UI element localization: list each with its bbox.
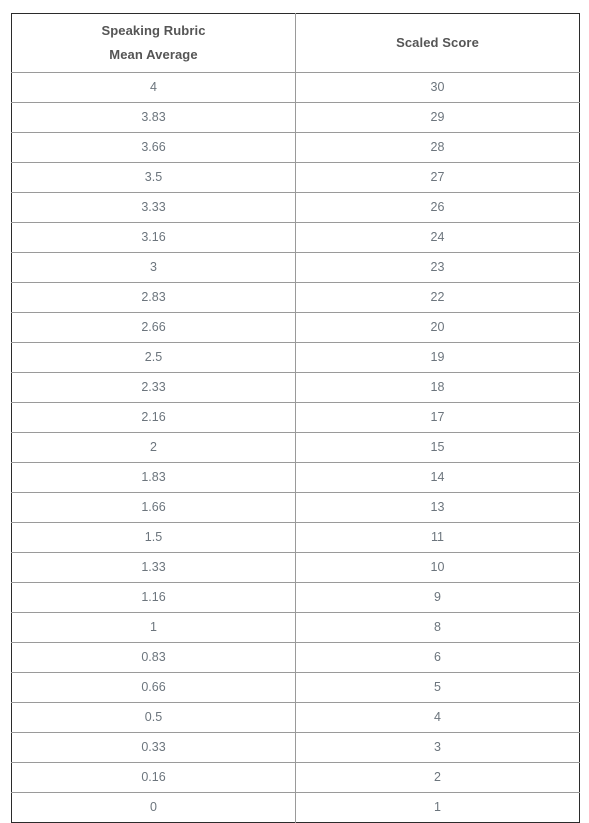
cell-scaled-score: 27 <box>295 162 580 193</box>
cell-mean-average: 3.5 <box>11 162 296 193</box>
cell-scaled-score: 8 <box>295 612 580 643</box>
table-row: 2.33 18 <box>11 372 580 403</box>
cell-scaled-score: 20 <box>295 312 580 343</box>
table-row: 2.66 20 <box>11 312 580 343</box>
table-row: 0.66 5 <box>11 672 580 703</box>
table-row: 2 15 <box>11 432 580 463</box>
table-row: 2.16 17 <box>11 402 580 433</box>
cell-mean-average: 0.66 <box>11 672 296 703</box>
cell-scaled-score: 24 <box>295 222 580 253</box>
table-row: 2.5 19 <box>11 342 580 373</box>
cell-scaled-score: 1 <box>434 800 441 814</box>
cell-scaled-score: 6 <box>295 642 580 673</box>
cell-mean-average: 2.33 <box>11 372 296 403</box>
cell-mean-average: 1.33 <box>11 552 296 583</box>
table-body: 4 30 3.83 29 3.66 28 3.5 27 3.33 26 3.16 24 3 23 2.83 2… <box>11 72 580 823</box>
cell-scaled-score: 19 <box>295 342 580 373</box>
cell-scaled-score: 15 <box>295 432 580 463</box>
table-row: 3.5 27 <box>11 162 580 193</box>
table-row: 0.16 2 <box>11 762 580 793</box>
table-header: Speaking Rubric Mean Average Scaled Scor… <box>11 13 580 73</box>
column-header-line-1: Speaking Rubric <box>101 23 206 38</box>
cell-scaled-score: 23 <box>295 252 580 283</box>
cell-scaled-score: 14 <box>295 462 580 493</box>
table-row: 2.83 22 <box>11 282 580 313</box>
table-row: 0.83 6 <box>11 642 580 673</box>
table-row: 0.5 4 <box>11 702 580 733</box>
cell-mean-average: 0.83 <box>11 642 296 673</box>
table-row: 1.16 9 <box>11 582 580 613</box>
table-row: 3 23 <box>11 252 580 283</box>
cell-mean-average: 2.66 <box>11 312 296 343</box>
cell-scaled-score: 29 <box>295 102 580 133</box>
cell-mean-average: 0 <box>11 792 296 823</box>
table-row: 3.66 28 <box>11 132 580 163</box>
cell-scaled-score: 22 <box>295 282 580 313</box>
table-row: 1.5 11 <box>11 522 580 553</box>
table-row: 4 30 <box>11 72 580 103</box>
table-row: 0.33 3 <box>11 732 580 763</box>
cell-mean-average: 3 <box>11 252 296 283</box>
cell-scaled-score: 5 <box>295 672 580 703</box>
table-row: 1.83 14 <box>11 462 580 493</box>
cell-scaled-score: 2 <box>295 762 580 793</box>
cell-scaled-score: 9 <box>295 582 580 613</box>
table-row: 3.83 29 <box>11 102 580 133</box>
cell-mean-average: 1 <box>11 612 296 643</box>
cell-scaled-score: 13 <box>295 492 580 523</box>
table-row: 1.66 13 <box>11 492 580 523</box>
cell-mean-average: 3.66 <box>11 132 296 163</box>
table-header-row: Speaking Rubric Mean Average Scaled Scor… <box>11 13 580 73</box>
cell-mean-average: 3.83 <box>11 102 296 133</box>
cell-scaled-score: 4 <box>295 702 580 733</box>
cell-mean-average: 3.33 <box>11 192 296 223</box>
cell-mean-average: 0.16 <box>11 762 296 793</box>
column-header-speaking-rubric-mean-average: Speaking Rubric Mean Average <box>11 13 296 73</box>
cell-mean-average: 1.5 <box>11 522 296 553</box>
table-row: 3.33 26 <box>11 192 580 223</box>
cell-mean-average: 1.83 <box>11 462 296 493</box>
cell-mean-average: 0.5 <box>11 702 296 733</box>
table-row: 3.16 24 <box>11 222 580 253</box>
cell-mean-average: 2.16 <box>11 402 296 433</box>
cell-scaled-score: 10 <box>295 552 580 583</box>
table-row: 18 <box>11 612 580 643</box>
cell-scaled-score: 3 <box>295 732 580 763</box>
cell-mean-average: 3.16 <box>11 222 296 253</box>
table-row: 1.33 10 <box>11 552 580 583</box>
cell-mean-average: 2.83 <box>11 282 296 313</box>
score-conversion-table: Speaking Rubric Mean Average Scaled Scor… <box>11 13 580 823</box>
cell-scaled-score: 17 <box>295 402 580 433</box>
cell-scaled-score: 30 <box>295 72 580 103</box>
column-header-line-1: Scaled Score <box>396 35 479 50</box>
cell-mean-average: 4 <box>11 72 296 103</box>
cell-scaled-score: 18 <box>295 372 580 403</box>
cell-scaled-score: 26 <box>295 192 580 223</box>
column-header-scaled-score: Scaled Score <box>295 13 580 73</box>
table-row: 01 <box>11 792 580 823</box>
column-header-line-2: Mean Average <box>109 47 198 62</box>
cell-scaled-score: 11 <box>295 522 580 553</box>
cell-scaled-score: 28 <box>295 132 580 163</box>
score-conversion-table-container: Speaking Rubric Mean Average Scaled Scor… <box>11 13 580 823</box>
cell-mean-average: 1.16 <box>11 582 296 613</box>
cell-mean-average: 2.5 <box>11 342 296 373</box>
cell-mean-average: 1.66 <box>11 492 296 523</box>
page-root: Speaking Rubric Mean Average Scaled Scor… <box>0 0 589 823</box>
cell-mean-average: 0.33 <box>11 732 296 763</box>
cell-mean-average: 2 <box>11 432 296 463</box>
